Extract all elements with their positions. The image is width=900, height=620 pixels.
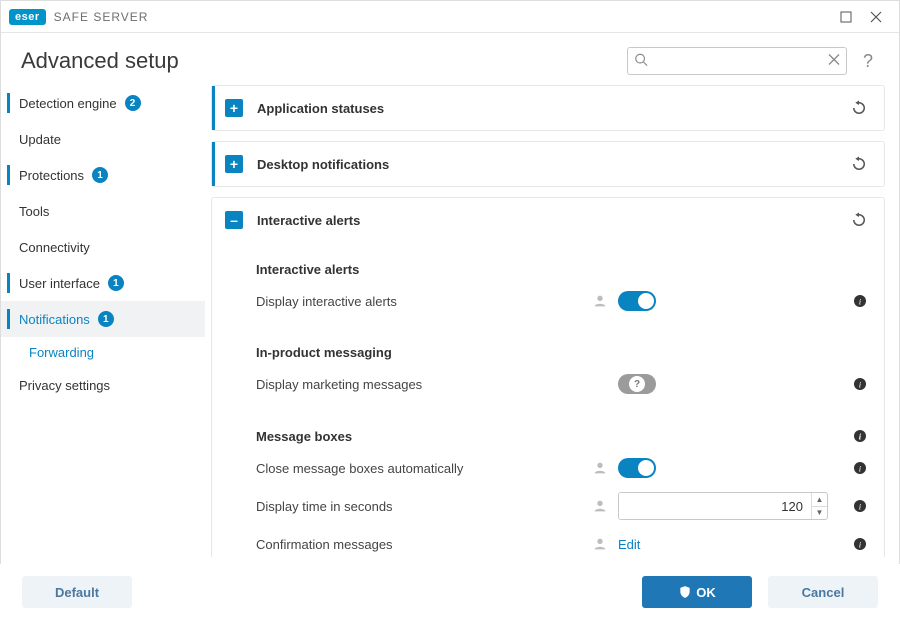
sidebar-badge: 1 [92,167,108,183]
expand-icon: + [225,99,243,117]
display-time-stepper[interactable]: ▲ ▼ [618,492,828,520]
stepper-down-button[interactable]: ▼ [812,507,827,520]
toggle-close-message-boxes[interactable] [618,458,656,478]
group-heading-in-product-messaging: In-product messaging [256,345,868,360]
sidebar-item-label: User interface [19,276,100,291]
setting-display-time-in-seconds: Display time in seconds ▲ ▼ [256,490,868,522]
edit-confirmation-messages-link[interactable]: Edit [618,537,640,552]
sidebar-item-update[interactable]: Update [1,121,205,157]
toggle-display-marketing-messages[interactable]: ? [618,374,656,394]
section-desktop-notifications: + Desktop notifications [211,141,885,187]
managed-by-admin-icon [592,293,608,309]
sidebar-item-label: Privacy settings [19,378,110,393]
managed-by-admin-icon [592,460,608,476]
display-time-input[interactable] [619,493,811,519]
sidebar-badge: 2 [125,95,141,111]
sidebar-item-protections[interactable]: Protections 1 [1,157,205,193]
toggle-display-interactive-alerts[interactable] [618,291,656,311]
sidebar-badge: 1 [108,275,124,291]
managed-by-admin-icon [592,498,608,514]
sidebar-badge: 1 [98,311,114,327]
help-button[interactable]: ? [857,51,879,72]
info-button[interactable]: i [852,498,868,514]
search-field-wrap [627,47,847,75]
close-icon [870,11,882,23]
sidebar-item-label: Detection engine [19,96,117,111]
stepper-up-button[interactable]: ▲ [812,493,827,507]
sidebar: Detection engine 2 Update Protections 1 … [1,85,211,557]
main-content: + Application statuses + Desktop notific… [211,85,885,557]
sidebar-item-tools[interactable]: Tools [1,193,205,229]
group-heading-interactive-alerts: Interactive alerts [256,262,868,277]
undo-icon [850,155,868,173]
sidebar-item-forwarding[interactable]: Forwarding [1,337,205,367]
default-button[interactable]: Default [22,576,132,608]
reset-section-button[interactable] [850,211,868,229]
collapse-icon: – [225,211,243,229]
section-header-interactive-alerts[interactable]: – Interactive alerts [212,198,884,242]
window-close-button[interactable] [861,3,891,31]
section-title: Desktop notifications [257,157,850,172]
maximize-icon [840,11,852,23]
search-input[interactable] [627,47,847,75]
cancel-button[interactable]: Cancel [768,576,878,608]
sidebar-item-label: Protections [19,168,84,183]
section-header-application-statuses[interactable]: + Application statuses [212,86,884,130]
setting-display-interactive-alerts: Display interactive alerts i [256,285,868,317]
search-icon [634,53,648,70]
setting-display-marketing-messages: Display marketing messages ? i [256,368,868,400]
undo-icon [850,211,868,229]
brand-product-name: SAFE SERVER [54,10,149,24]
setting-label: Display interactive alerts [256,294,592,309]
section-title: Interactive alerts [257,213,850,228]
info-button[interactable]: i [852,293,868,309]
section-title: Application statuses [257,101,850,116]
setting-confirmation-messages: Confirmation messages Edit i [256,528,868,557]
reset-section-button[interactable] [850,99,868,117]
search-clear-button[interactable] [828,54,840,69]
setting-label: Confirmation messages [256,537,592,552]
sidebar-item-label: Tools [19,204,49,219]
setting-label: Display time in seconds [256,499,592,514]
setting-close-message-boxes-automatically: Close message boxes automatically i [256,452,868,484]
group-heading-message-boxes: Message boxes i [256,428,868,444]
expand-icon: + [225,155,243,173]
info-button[interactable]: i [852,460,868,476]
section-header-desktop-notifications[interactable]: + Desktop notifications [212,142,884,186]
setting-label: Close message boxes automatically [256,461,592,476]
reset-section-button[interactable] [850,155,868,173]
section-interactive-alerts: – Interactive alerts Interactive alerts … [211,197,885,557]
info-button[interactable]: i [852,428,868,444]
section-application-statuses: + Application statuses [211,85,885,131]
sidebar-item-label: Connectivity [19,240,90,255]
sidebar-item-user-interface[interactable]: User interface 1 [1,265,205,301]
sidebar-item-label: Update [19,132,61,147]
undo-icon [850,99,868,117]
info-button[interactable]: i [852,376,868,392]
shield-icon [678,585,692,599]
sidebar-item-label: Notifications [19,312,90,327]
sidebar-item-notifications[interactable]: Notifications 1 [1,301,205,337]
managed-by-admin-icon [592,536,608,552]
sidebar-item-detection-engine[interactable]: Detection engine 2 [1,85,205,121]
window-maximize-button[interactable] [831,3,861,31]
brand-logo: eser [9,9,46,25]
ok-button[interactable]: OK [642,576,752,608]
sidebar-item-connectivity[interactable]: Connectivity [1,229,205,265]
info-button[interactable]: i [852,536,868,552]
sidebar-item-label: Forwarding [29,345,94,360]
page-title: Advanced setup [21,48,179,74]
sidebar-item-privacy-settings[interactable]: Privacy settings [1,367,205,403]
setting-label: Display marketing messages [256,377,592,392]
